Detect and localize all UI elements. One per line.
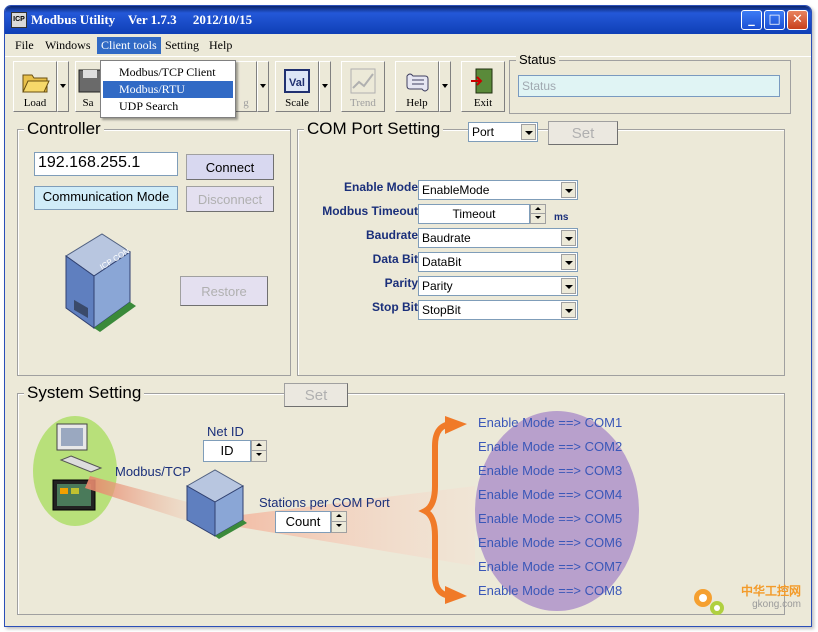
net-id-input[interactable]: ID <box>203 440 251 462</box>
watermark-gear-icon <box>694 589 724 615</box>
enable-mode-com8: Enable Mode ==> COM8 <box>478 583 623 598</box>
net-id-label: Net ID <box>207 424 244 439</box>
gateway-device-icon <box>185 469 247 539</box>
stations-spinner[interactable] <box>331 511 347 533</box>
menu-item-modbus-rtu-client[interactable]: Modbus/RTU Client <box>103 81 233 111</box>
net-id-spinner[interactable] <box>251 440 267 462</box>
watermark: 中华工控网 gkong.com <box>741 582 801 610</box>
enable-mode-com6: Enable Mode ==> COM6 <box>478 535 623 550</box>
stations-per-com-port-label: Stations per COM Port <box>259 495 390 510</box>
enable-mode-com3: Enable Mode ==> COM3 <box>478 463 623 478</box>
menu-item-modbus-tcp-client[interactable]: Modbus/TCP Client <box>103 64 233 81</box>
brace-arrow-top-icon <box>445 416 467 434</box>
enable-mode-com1: Enable Mode ==> COM1 <box>478 415 623 430</box>
brace-arrow-bottom-icon <box>445 586 467 604</box>
enable-mode-com7: Enable Mode ==> COM7 <box>478 559 623 574</box>
client-tools-dropdown: Modbus/TCP Client Modbus/RTU Client UDP … <box>100 60 236 118</box>
modbus-tcp-label: Modbus/TCP <box>115 464 191 479</box>
menu-item-udp-search[interactable]: UDP Search <box>103 98 233 115</box>
watermark-line2: gkong.com <box>752 599 801 610</box>
watermark-line1: 中华工控网 <box>740 584 801 598</box>
spin-up-icon[interactable] <box>252 441 266 451</box>
spin-down-icon[interactable] <box>332 522 346 532</box>
enable-mode-com2: Enable Mode ==> COM2 <box>478 439 623 454</box>
enable-mode-com4: Enable Mode ==> COM4 <box>478 487 623 502</box>
spin-down-icon[interactable] <box>252 451 266 461</box>
enable-mode-com5: Enable Mode ==> COM5 <box>478 511 623 526</box>
app-window: ICP Modbus Utility Ver 1.7.3 2012/10/15 … <box>4 5 812 627</box>
spin-up-icon[interactable] <box>332 512 346 522</box>
stations-count-input[interactable]: Count <box>275 511 331 533</box>
